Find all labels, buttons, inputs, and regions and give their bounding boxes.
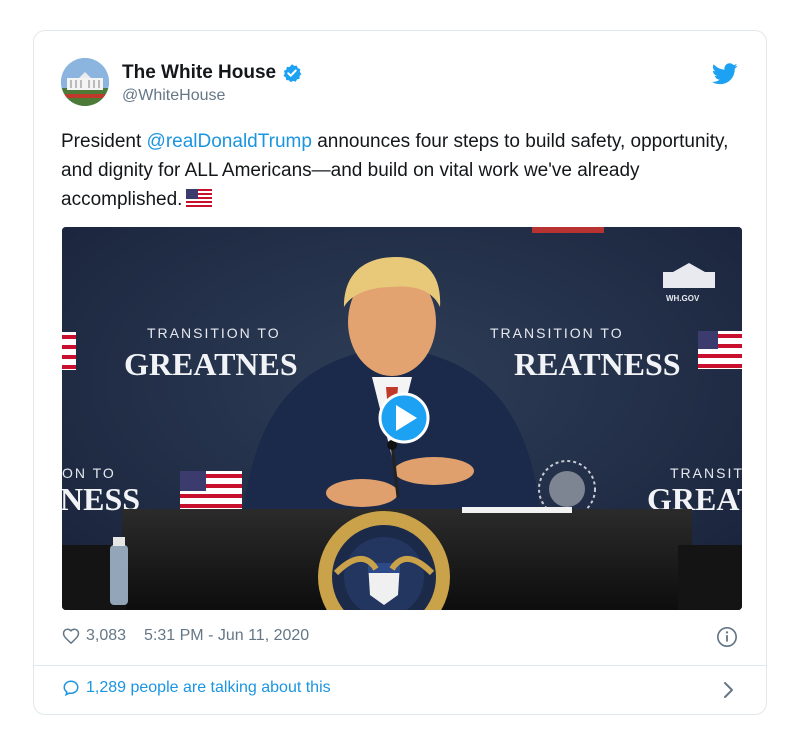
white-house-avatar-icon: [61, 58, 109, 106]
tweet-text-before: President: [61, 131, 147, 152]
mention-link[interactable]: @realDonaldTrump: [147, 131, 312, 152]
display-name[interactable]: The White House: [122, 62, 276, 84]
avatar[interactable]: [61, 58, 109, 106]
heart-icon[interactable]: [62, 627, 80, 645]
backdrop-label-small-left: TRANSITION TO: [147, 325, 281, 341]
comment-icon: [63, 680, 79, 697]
tweet-meta: 3,083 5:31 PM - Jun 11, 2020: [62, 627, 309, 645]
info-icon[interactable]: [716, 626, 738, 648]
divider: [34, 665, 766, 666]
water-bottle: [110, 537, 128, 605]
backdrop-label-big-right: REATNESS: [514, 346, 681, 382]
conversation-link[interactable]: 1,289 people are talking about this: [62, 679, 331, 697]
backdrop-label-small-clip-right: TRANSIT: [670, 465, 742, 481]
tweet-text: President @realDonaldTrump announces fou…: [61, 127, 741, 214]
video-player[interactable]: TRANSITION TO GREATNES TRANSITION TO REA…: [62, 227, 742, 610]
backdrop-flag-center: [180, 471, 242, 511]
us-flag-emoji-icon: [186, 189, 213, 207]
video-thumbnail: TRANSITION TO GREATNES TRANSITION TO REA…: [62, 227, 742, 610]
tweet-card[interactable]: The White House @WhiteHouse President @r…: [33, 30, 767, 715]
like-count[interactable]: 3,083: [86, 627, 126, 645]
backdrop-label-small-clip-left: ON TO: [62, 465, 116, 481]
svg-text:WH.GOV: WH.GOV: [666, 294, 700, 303]
conversation-label[interactable]: 1,289 people are talking about this: [86, 679, 331, 697]
backdrop-label-small-right: TRANSITION TO: [490, 325, 624, 341]
backdrop-flag-left: [62, 332, 76, 370]
twitter-bird-icon[interactable]: [712, 63, 738, 85]
handle[interactable]: @WhiteHouse: [122, 87, 225, 105]
timestamp[interactable]: 5:31 PM - Jun 11, 2020: [144, 627, 309, 645]
backdrop-label-big-left: GREATNES: [124, 346, 298, 382]
verified-badge-icon: [283, 64, 302, 83]
chevron-right-icon[interactable]: [722, 680, 736, 700]
backdrop-flag-right: [698, 331, 742, 369]
